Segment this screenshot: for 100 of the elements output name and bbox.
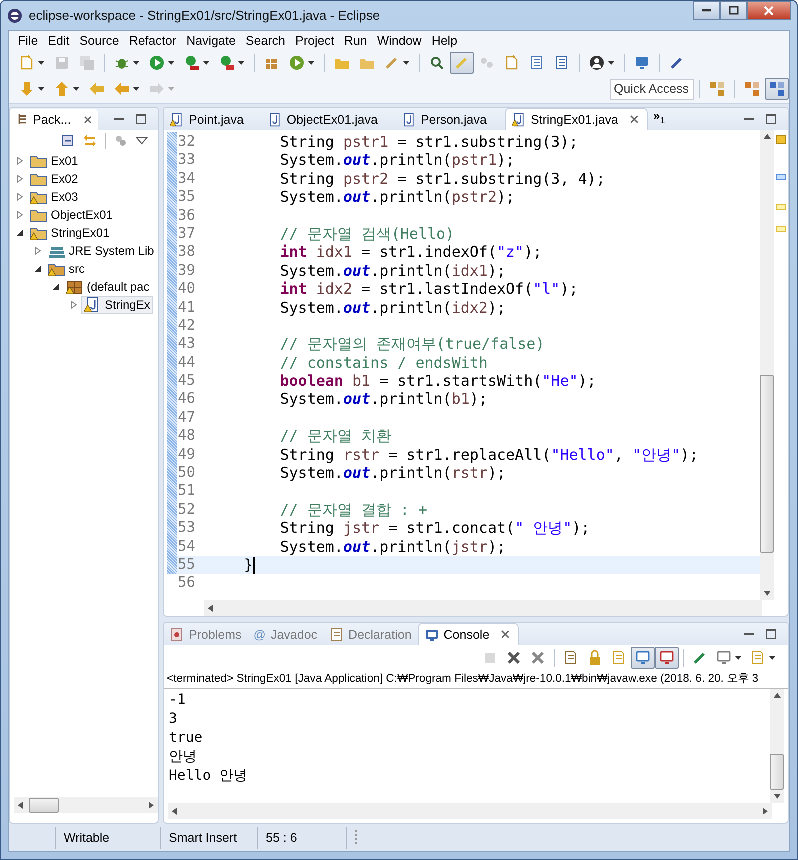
menu-item[interactable]: Refactor: [124, 34, 182, 48]
scroll-down-icon[interactable]: [764, 591, 770, 596]
scroll-right-icon[interactable]: [763, 808, 768, 814]
code-line: System.out.println(jstr);: [279, 538, 506, 556]
view-tab[interactable]: Declaration: [324, 624, 418, 645]
view-tab[interactable]: Problems: [164, 624, 248, 645]
tree-item[interactable]: Ex01: [27, 152, 82, 170]
menu-item[interactable]: Search: [240, 34, 291, 48]
close-icon: [764, 6, 774, 16]
collapse-arrow-icon[interactable]: [16, 229, 24, 237]
scroll-up-icon[interactable]: [764, 134, 770, 139]
tree-label: StringEx: [105, 298, 150, 312]
view-tab[interactable]: @ Javadoc: [248, 624, 324, 645]
maximize-icon[interactable]: [135, 113, 147, 125]
editor-tab[interactable]: StringEx01.java: [504, 108, 648, 130]
code-line: // 문자열 결합 : +: [279, 500, 428, 520]
close-icon[interactable]: [500, 630, 510, 639]
tree-item[interactable]: (default pac: [63, 278, 153, 296]
scroll-left-icon[interactable]: [172, 808, 177, 814]
menu-item[interactable]: Edit: [43, 34, 75, 48]
scroll-up-icon[interactable]: [774, 693, 780, 698]
more-tabs-indicator[interactable]: »$_{1}$: [648, 108, 672, 130]
tree-item[interactable]: StringEx01: [27, 224, 113, 242]
show-error-button[interactable]: [655, 647, 679, 669]
code-line: boolean b1 = str1.startsWith("He");: [279, 372, 596, 390]
search-icon: [429, 54, 445, 70]
tree-item[interactable]: ObjectEx01: [27, 206, 116, 224]
minimize-icon: [702, 9, 711, 12]
java-perspective-button[interactable]: [765, 78, 789, 100]
console-output-line: 안녕: [169, 748, 198, 767]
line-number: 39: [177, 262, 196, 280]
link-arrows-icon[interactable]: [83, 134, 97, 148]
arrow-left-icon: [89, 81, 105, 97]
show-output-button[interactable]: [631, 647, 655, 669]
expand-arrow-icon[interactable]: [34, 247, 42, 255]
tree-item[interactable]: Ex02: [27, 170, 82, 188]
menu-item[interactable]: Help: [426, 34, 463, 48]
line-number: 38: [177, 243, 196, 262]
expand-arrow-icon[interactable]: [16, 157, 24, 165]
close-icon[interactable]: [630, 115, 639, 124]
collapse-all-icon[interactable]: [61, 134, 75, 148]
horizontal-scrollbar[interactable]: [204, 600, 762, 616]
expand-arrow-icon[interactable]: [70, 301, 78, 309]
hierarchy-icon: [744, 81, 760, 97]
tree-item[interactable]: src: [45, 260, 88, 278]
maximize-button[interactable]: [720, 1, 747, 20]
view-menu-icon[interactable]: [136, 137, 148, 145]
line-number: 36: [177, 206, 196, 225]
arrow-up-icon: [54, 81, 70, 97]
highlighter-button[interactable]: [450, 52, 474, 74]
line-number: 33: [177, 151, 196, 170]
tab-label: Person.java: [420, 112, 487, 126]
vertical-scrollbar[interactable]: [760, 130, 774, 600]
scroll-down-icon[interactable]: [774, 794, 780, 799]
scroll-right-icon[interactable]: [149, 802, 154, 808]
scroll-left-icon[interactable]: [18, 802, 23, 808]
close-button[interactable]: [747, 1, 791, 20]
warning-marker[interactable]: [776, 135, 786, 144]
line-number: 52: [177, 500, 196, 520]
tree-label: Ex03: [51, 190, 78, 204]
view-tab[interactable]: Console: [418, 623, 519, 645]
vertical-scrollbar[interactable]: [770, 689, 784, 803]
line-number: 54: [177, 538, 196, 556]
horizontal-scrollbar[interactable]: [168, 803, 772, 819]
collapse-arrow-icon[interactable]: [34, 265, 42, 273]
maximize-icon[interactable]: [765, 628, 777, 640]
line-number: 37: [177, 224, 196, 244]
caret-icon: [608, 60, 615, 64]
scroll-left-icon[interactable]: [208, 604, 213, 612]
menu-item[interactable]: Project: [290, 34, 340, 48]
dots-icon[interactable]: [114, 134, 128, 148]
tree-item[interactable]: Ex03: [27, 188, 82, 206]
refresh-icon: [289, 54, 305, 70]
expand-arrow-icon[interactable]: [16, 193, 24, 201]
tree-item[interactable]: JRE System Lib: [45, 242, 158, 260]
quick-access-field[interactable]: Quick Access: [610, 78, 694, 100]
occurrence-marker[interactable]: [776, 204, 786, 210]
menu-item[interactable]: Navigate: [182, 34, 241, 48]
menu-item[interactable]: File: [13, 34, 44, 48]
editor-tab[interactable]: ObjectEx01.java: [262, 109, 396, 130]
task-icon: [504, 54, 520, 70]
menu-item[interactable]: Window: [372, 34, 427, 48]
minimize-button[interactable]: [693, 1, 720, 20]
expand-arrow-icon[interactable]: [16, 211, 24, 219]
close-icon[interactable]: [84, 116, 92, 124]
editor-tab[interactable]: Point.java: [164, 109, 262, 130]
editor-tab[interactable]: Person.java: [396, 109, 505, 130]
expand-arrow-icon[interactable]: [16, 175, 24, 183]
line-number: 34: [177, 170, 196, 188]
occurrence-marker[interactable]: [776, 226, 786, 232]
occurrence-marker[interactable]: [776, 174, 786, 180]
maximize-icon[interactable]: [765, 113, 777, 125]
menu-item[interactable]: Run: [339, 34, 372, 48]
line-number: 51: [177, 482, 196, 501]
horizontal-scrollbar[interactable]: [14, 797, 158, 813]
tab-label: Declaration: [348, 628, 412, 642]
collapse-arrow-icon[interactable]: [52, 283, 60, 291]
package-explorer-tab[interactable]: Pack...: [10, 109, 98, 130]
tree-item[interactable]: StringEx: [81, 296, 154, 314]
menu-item[interactable]: Source: [74, 34, 124, 48]
